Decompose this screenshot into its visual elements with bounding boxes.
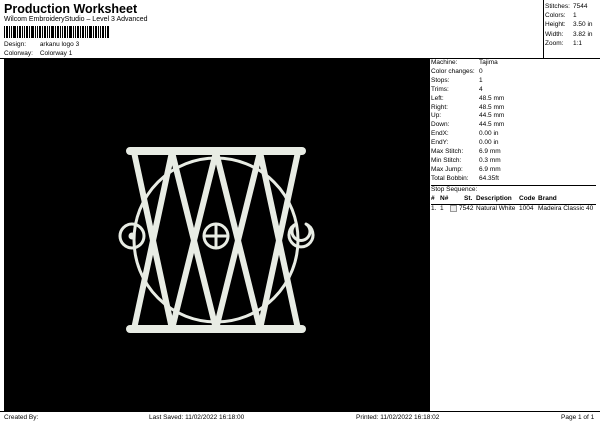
design-value: arkanu logo 3 [39, 41, 80, 48]
design-row: Design: arkanu logo 3 [4, 41, 79, 48]
info-row: EndY: 0.00 in [431, 139, 499, 147]
info-row: Machine: Tajima [431, 59, 498, 66]
info-row: Trims: 4 [431, 85, 483, 93]
info-row: Min Stitch: 0.3 mm [431, 156, 501, 164]
printed-date: Printed: 11/02/2022 16:18:02 [356, 414, 440, 421]
machine-info-panel: Machine: Tajima Color changes: 0 Stops: 1 T… [431, 59, 596, 214]
barcode [4, 26, 109, 38]
info-row: Total Bobbin: 64.35ft [431, 174, 499, 182]
footer: Created By: Last Saved: 11/02/2022 16:18… [0, 412, 600, 424]
last-saved: Last Saved: 11/02/2022 16:18:00 [149, 414, 245, 421]
stop-sequence-header: # N# St. Description Code Brand [431, 195, 596, 205]
software-subtitle: Wilcom EmbroideryStudio – Level 3 Advanc… [4, 16, 148, 23]
info-row: Max Stitch: 6.9 mm [431, 148, 501, 156]
page-title: Production Worksheet [4, 2, 138, 16]
colorway-row: Colorway: Colorway 1 [4, 50, 72, 57]
page-number: Page 1 of 1 [561, 414, 595, 421]
colorway-label: Colorway: [4, 50, 33, 57]
colorway-value: Colorway 1 [39, 50, 73, 57]
info-row: Up: 44.5 mm [431, 112, 505, 120]
info-row: Right: 48.5 mm [431, 103, 505, 111]
info-row: Max Jump: 6.9 mm [431, 165, 501, 173]
stat-row: Width: 3.82 in [545, 30, 593, 38]
created-by: Created By: [4, 414, 39, 421]
stats-panel: Stitches: 7544 Colors: 1 Height: 3.50 in Wi… [545, 2, 600, 48]
stat-row: Stitches: 7544 [545, 3, 588, 10]
stat-row: Height: 3.50 in [545, 21, 593, 29]
embroidery-logo [118, 147, 315, 333]
stat-row: Colors: 1 [545, 12, 577, 20]
info-row: Left: 48.5 mm [431, 94, 505, 102]
stop-sequence-row: 1. 1 7542 Natural White 1004 Madeira Cla… [431, 204, 594, 212]
design-label: Design: [4, 41, 27, 48]
info-row: Stops: 1 [431, 76, 483, 84]
stat-row: Zoom: 1:1 [545, 39, 583, 47]
stats-divider [543, 0, 544, 58]
info-row: Color changes: 0 [431, 67, 483, 75]
info-row: EndX: 0.00 in [431, 130, 499, 138]
design-preview [4, 59, 430, 411]
stop-sequence-title: Stop Sequence: [431, 184, 596, 195]
info-row: Down: 44.5 mm [431, 121, 505, 129]
thread-swatch-icon [450, 204, 457, 212]
